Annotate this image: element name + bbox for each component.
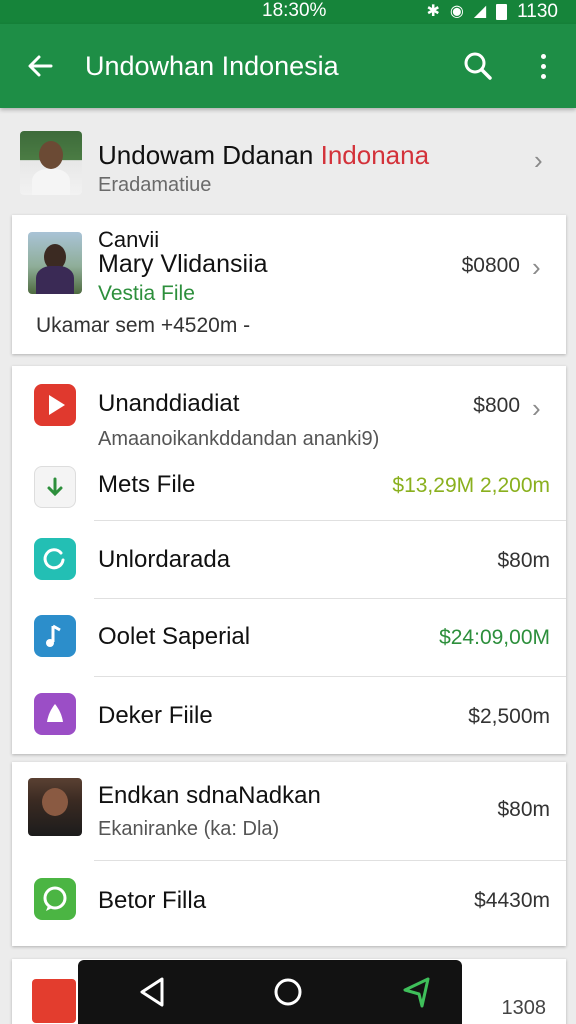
header-title-black: Undowam Ddanan <box>98 140 314 170</box>
list-item-amount: $2,500m <box>468 705 550 728</box>
list-item-amount: $13,29M 2,200m <box>392 474 550 497</box>
nav-back-icon[interactable] <box>132 972 172 1012</box>
app-bar: Undowhan Indonesia <box>0 24 576 108</box>
list-item[interactable]: Oolet Saperial $24:09,00M <box>12 599 566 677</box>
header-subtitle: Eradamatiue <box>98 174 212 196</box>
list-item[interactable]: Betor Filla $4430m <box>12 861 566 945</box>
list-item-label: Oolet Saperial <box>98 623 251 650</box>
play-icon <box>34 384 76 426</box>
list-item-sub: Ekaniranke (ka: Dla) <box>98 818 280 840</box>
list-item-label: Mets File <box>98 471 196 498</box>
list-item-sub: Amaanoikankddandan ananki9) <box>98 428 380 450</box>
nav-home-icon[interactable] <box>268 972 308 1012</box>
app-bar-title: Undowhan Indonesia <box>85 51 339 81</box>
contact-card: Endkan sdnaNadkan Ekaniranke (ka: Dla) $… <box>12 762 566 946</box>
chevron-right-icon: › <box>532 252 541 282</box>
overflow-menu-icon[interactable] <box>526 46 560 86</box>
status-time-center: 18:30% <box>262 0 327 21</box>
list-item-label: Unanddiadiat <box>98 390 240 417</box>
header-title-red: Indonana <box>320 140 430 170</box>
header-row[interactable]: Undowam Ddanan Indonana Eradamatiue › <box>0 120 576 208</box>
person-detail: Ukamar sem +4520m - <box>36 314 251 337</box>
chevron-right-icon: › <box>532 393 541 423</box>
bell-icon <box>34 693 76 735</box>
navigation-bar <box>78 960 462 1024</box>
app-icon <box>32 979 76 1023</box>
download-icon <box>34 466 76 508</box>
status-time: 1130 <box>517 1 558 22</box>
list-item-amount: $80m <box>497 549 550 572</box>
list-item[interactable]: Endkan sdnaNadkan Ekaniranke (ka: Dla) $… <box>12 762 566 860</box>
list-item[interactable]: Deker Fiile $2,500m <box>12 677 566 753</box>
back-arrow-icon[interactable] <box>22 48 58 84</box>
list-item[interactable]: Mets File $13,29M 2,200m <box>12 466 566 520</box>
chevron-right-icon: › <box>534 145 543 175</box>
person-tag: Vestia File <box>98 282 195 305</box>
list-item[interactable]: Unlordarada $80m <box>12 521 566 599</box>
search-icon[interactable] <box>460 48 500 84</box>
header-title: Undowam Ddanan Indonana <box>98 140 429 171</box>
list-item-amount: $800 <box>473 394 520 417</box>
person-avatar <box>28 232 82 294</box>
battery-icon <box>496 4 508 20</box>
list-item-label: Deker Fiile <box>98 702 213 729</box>
bluetooth-icon: ✱ <box>426 3 440 20</box>
chat-bubble-icon <box>34 878 76 920</box>
list-item[interactable]: Unanddiadiat Amaanoikankddandan ananki9)… <box>12 366 566 466</box>
person-name: Mary Vlidansiia <box>98 250 268 278</box>
list-item-amount: $24:09,00M <box>439 626 550 649</box>
list-item-amount: $80m <box>497 798 550 821</box>
list-item-label: Unlordarada <box>98 546 231 573</box>
list-item-label: Endkan sdnaNadkan <box>98 782 321 809</box>
nav-recents-icon[interactable] <box>396 972 436 1012</box>
signal-icon: ◢ <box>473 3 487 20</box>
partial-row-number: 1308 <box>501 997 547 1019</box>
music-note-icon <box>34 615 76 657</box>
contact-avatar <box>28 778 82 836</box>
list-item-label: Betor Filla <box>98 887 207 914</box>
wifi-icon: ◉ <box>449 3 464 20</box>
refresh-icon <box>34 538 76 580</box>
person-price: $0800 <box>461 254 520 277</box>
status-bar: 18:30% ✱ ◉ ◢ 1130 <box>0 0 576 24</box>
list-item-amount: $4430m <box>474 889 550 912</box>
status-icons: ✱ ◉ ◢ 1130 <box>426 0 558 24</box>
person-card[interactable]: Canvii Mary Vlidansiia Vestia File Ukama… <box>12 215 566 354</box>
file-list-card: Unanddiadiat Amaanoikankddandan ananki9)… <box>12 366 566 754</box>
header-avatar <box>20 131 82 195</box>
